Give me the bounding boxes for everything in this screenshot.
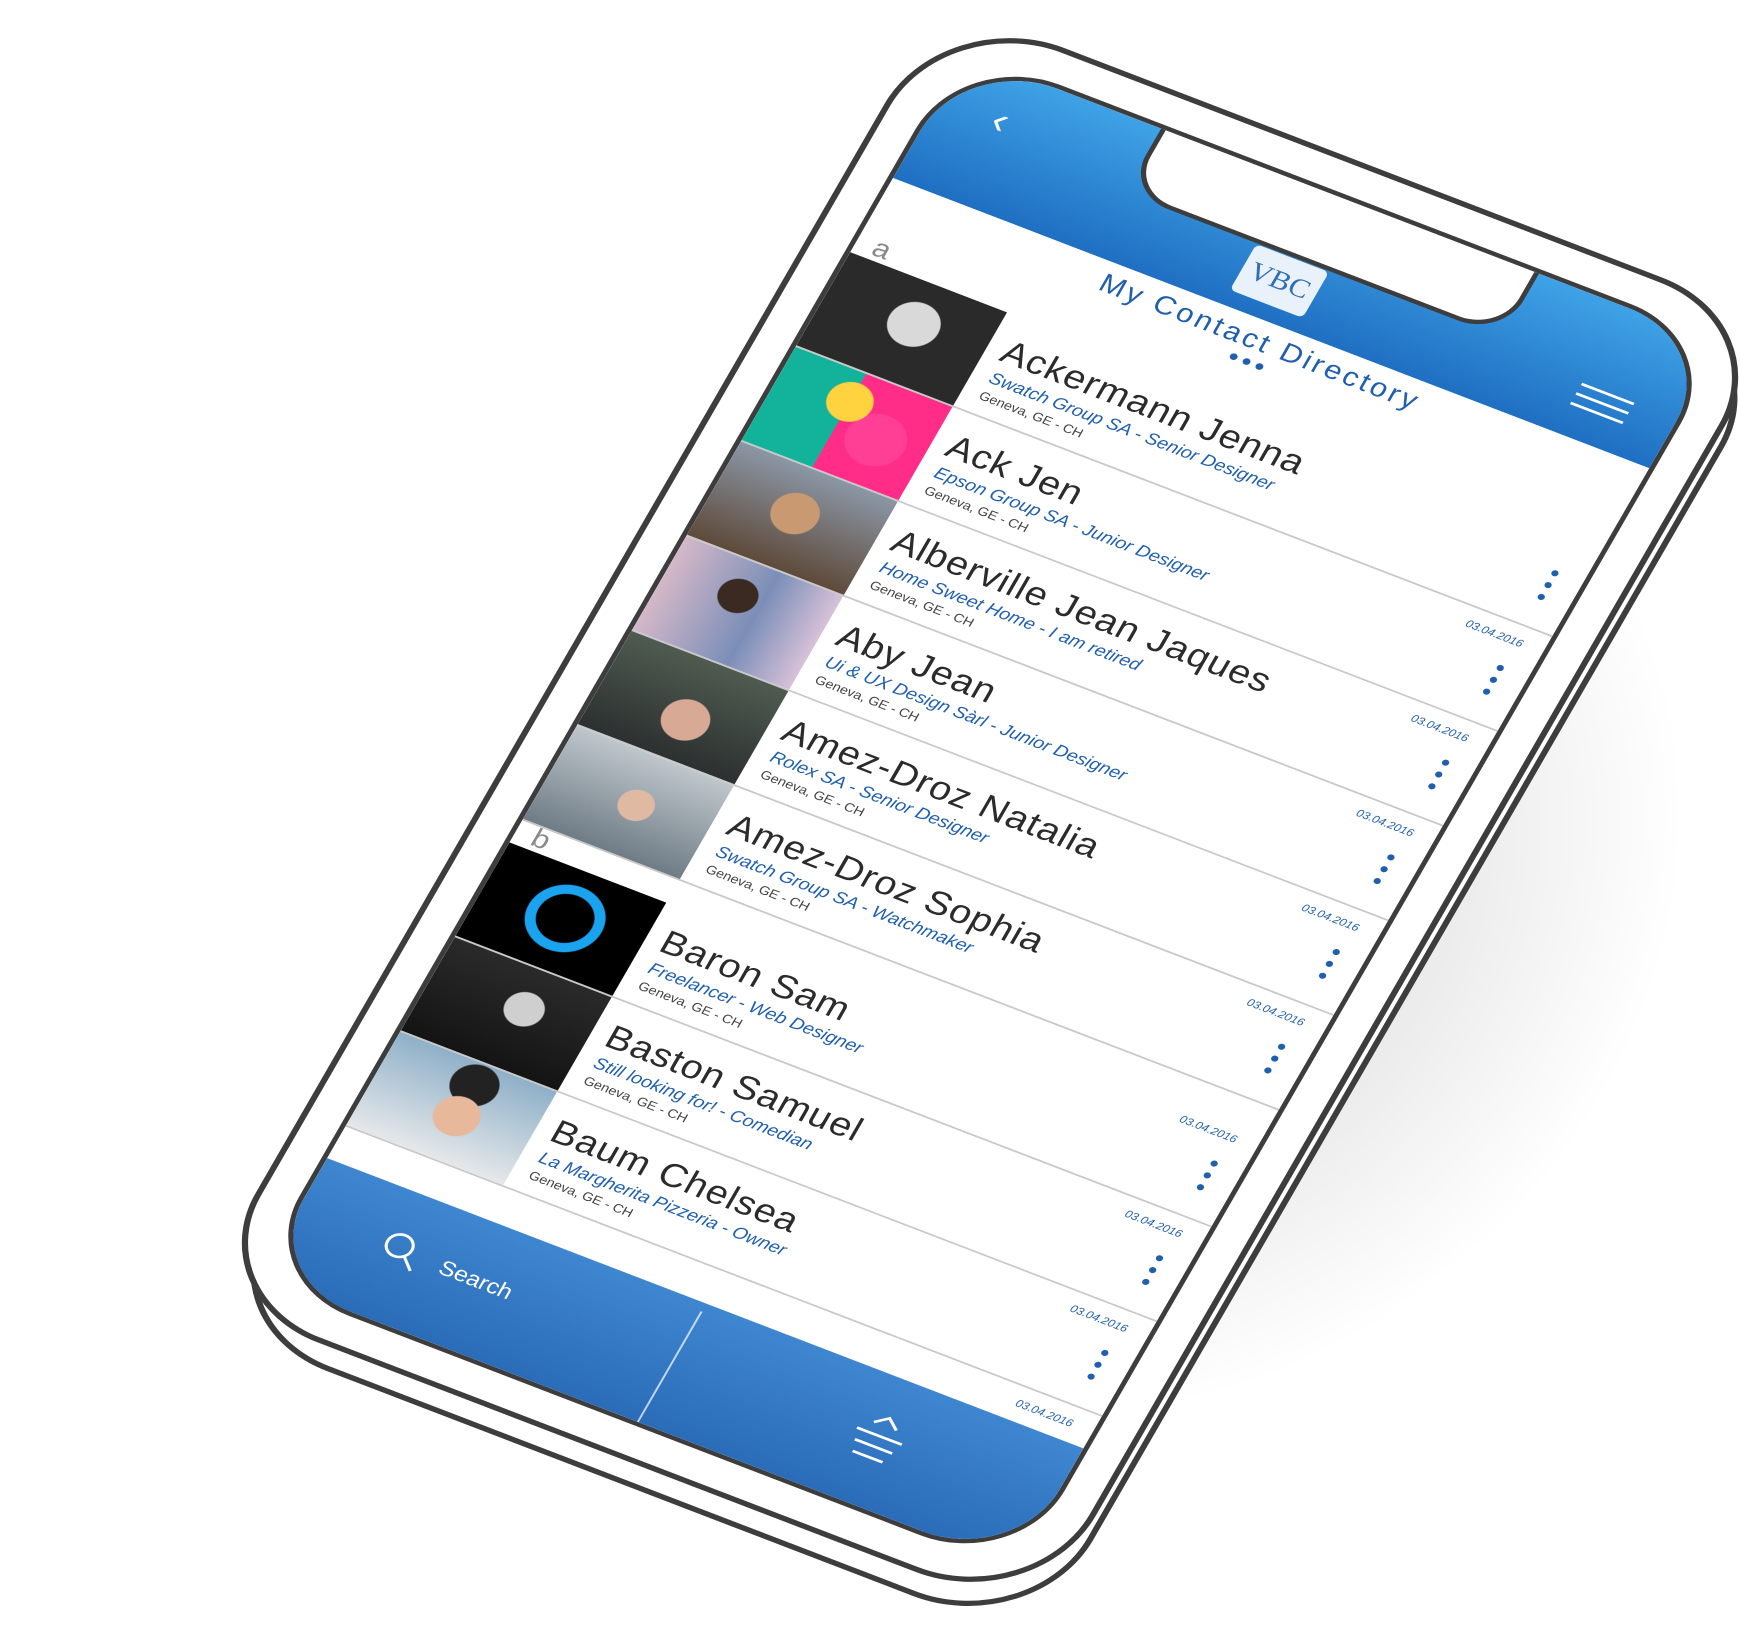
hamburger-menu-icon[interactable] <box>1564 382 1635 435</box>
more-options-icon[interactable] <box>1128 1248 1170 1301</box>
more-options-icon[interactable] <box>1250 1037 1292 1090</box>
more-options-icon[interactable] <box>1183 1154 1225 1207</box>
search-icon <box>384 1233 415 1272</box>
section-letter: b <box>525 823 557 856</box>
search-label: Search <box>434 1255 518 1305</box>
footer-divider <box>636 1311 703 1423</box>
more-options-icon[interactable] <box>1073 1343 1115 1396</box>
more-options-icon[interactable] <box>1305 942 1347 995</box>
section-letter: a <box>866 233 898 266</box>
more-options-icon[interactable] <box>1524 564 1566 617</box>
contact-date: 03.04.2016 <box>1177 1112 1240 1146</box>
back-button[interactable]: ‹ <box>983 99 1041 148</box>
chevron-up-icon <box>873 1416 898 1432</box>
more-options-icon[interactable] <box>1469 658 1511 711</box>
more-options-icon[interactable] <box>1360 848 1402 901</box>
sort-up-icon[interactable] <box>829 1399 926 1479</box>
more-options-icon[interactable] <box>1414 753 1456 806</box>
